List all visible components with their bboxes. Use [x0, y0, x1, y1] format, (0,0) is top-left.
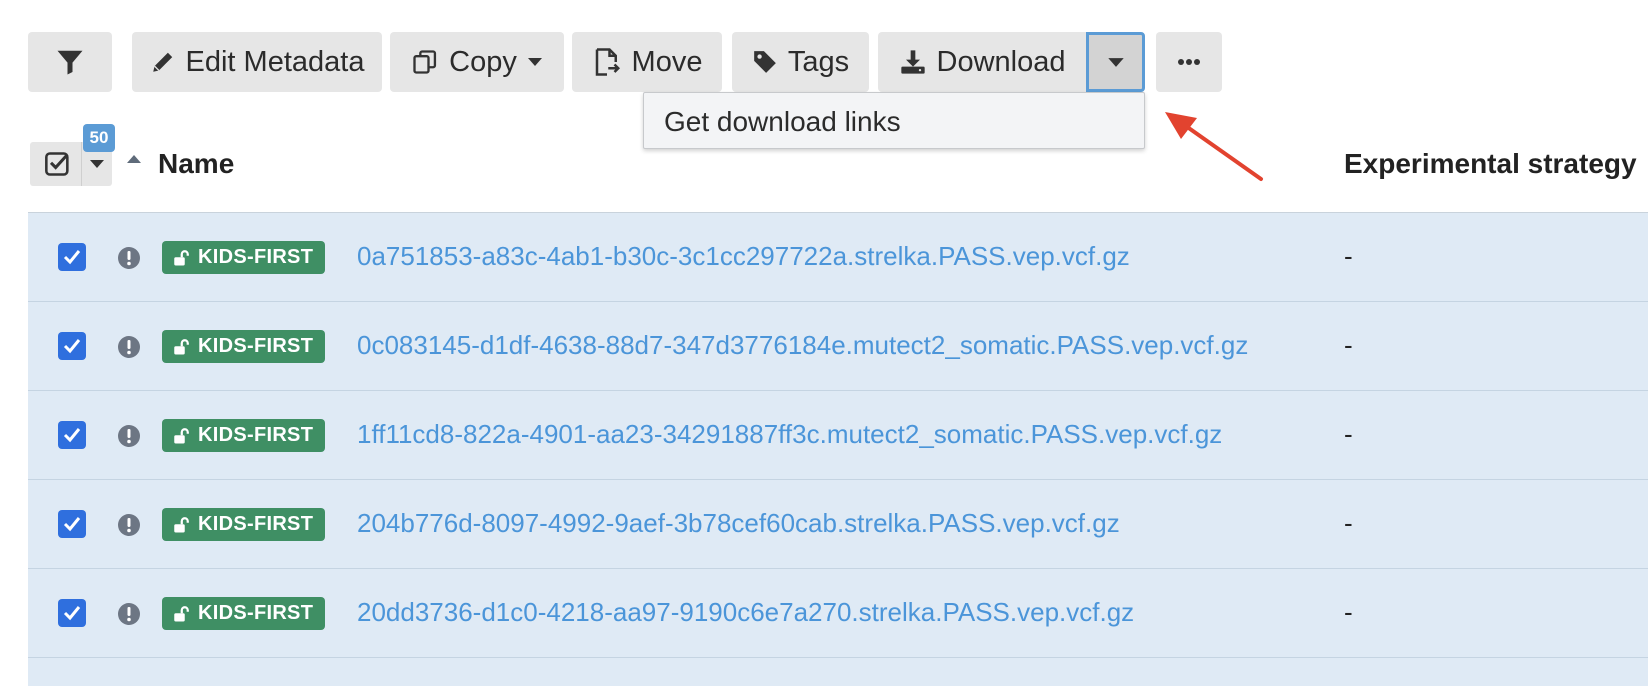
checkmark-icon — [63, 250, 81, 265]
check-square-icon — [45, 152, 69, 176]
checkmark-icon — [63, 339, 81, 354]
download-dropdown-toggle[interactable] — [1086, 32, 1145, 92]
file-name-link[interactable]: 204b776d-8097-4992-9aef-3b78cef60cab.str… — [357, 508, 1120, 539]
download-options-menu: Get download links — [643, 92, 1145, 149]
file-table-body: KIDS-FIRST 0a751853-a83c-4ab1-b30c-3c1cc… — [28, 213, 1648, 686]
table-row[interactable]: KIDS-FIRST 0a751853-a83c-4ab1-b30c-3c1cc… — [28, 213, 1648, 302]
experimental-strategy-cell: - — [1344, 597, 1353, 627]
row-checkbox[interactable] — [58, 421, 86, 449]
unlock-icon — [174, 338, 189, 354]
exclamation-circle-icon[interactable] — [117, 424, 141, 448]
more-actions-button[interactable] — [1156, 32, 1222, 92]
unlock-icon — [174, 427, 189, 443]
table-row[interactable]: KIDS-FIRST 204b776d-8097-4992-9aef-3b78c… — [28, 480, 1648, 569]
annotation-arrow-icon — [1165, 112, 1263, 181]
row-checkbox[interactable] — [58, 599, 86, 627]
chevron-down-icon — [527, 58, 542, 66]
checkmark-icon — [63, 606, 81, 621]
file-name-link[interactable]: 0a751853-a83c-4ab1-b30c-3c1cc297722a.str… — [357, 241, 1130, 272]
unlock-icon — [174, 605, 189, 621]
experimental-strategy-cell: - — [1344, 330, 1353, 360]
tags-label: Tags — [787, 45, 850, 78]
access-badge[interactable]: KIDS-FIRST — [162, 241, 326, 274]
ellipsis-icon — [1178, 59, 1200, 65]
access-badge[interactable]: KIDS-FIRST — [162, 597, 326, 630]
chevron-down-icon — [90, 160, 104, 168]
edit-metadata-label: Edit Metadata — [185, 45, 365, 78]
download-label: Download — [936, 45, 1066, 78]
access-badge-label: KIDS-FIRST — [198, 246, 314, 268]
file-name-link[interactable]: 0c083145-d1df-4638-88d7-347d3776184e.mut… — [357, 330, 1248, 361]
download-icon — [900, 50, 925, 74]
access-badge-label: KIDS-FIRST — [198, 602, 314, 624]
funnel-icon — [57, 50, 83, 75]
exclamation-circle-icon[interactable] — [117, 513, 141, 537]
access-badge[interactable]: KIDS-FIRST — [162, 419, 326, 452]
table-row[interactable]: KIDS-FIRST 0c083145-d1df-4638-88d7-347d3… — [28, 302, 1648, 391]
row-checkbox[interactable] — [58, 243, 86, 271]
selected-count-badge: 50 — [83, 124, 115, 152]
select-all-checkbox[interactable] — [38, 148, 78, 180]
exclamation-circle-icon[interactable] — [117, 335, 141, 359]
chevron-down-icon — [1107, 57, 1124, 67]
copy-icon — [413, 50, 437, 74]
toolbar: Edit Metadata Copy Move Tags Download — [0, 0, 1648, 100]
column-header-name[interactable]: Name — [158, 148, 234, 180]
move-file-icon — [595, 48, 620, 76]
file-name-link[interactable]: 20dd3736-d1c0-4218-aa97-9190c6e7a270.str… — [357, 597, 1134, 628]
tags-button[interactable]: Tags — [732, 32, 869, 92]
sort-ascending-icon[interactable] — [126, 154, 142, 164]
access-badge-label: KIDS-FIRST — [198, 335, 314, 357]
download-button[interactable]: Download — [878, 32, 1086, 92]
table-row[interactable]: KIDS-FIRST 20dd3736-d1c0-4218-aa97-9190c… — [28, 569, 1648, 658]
table-row[interactable] — [28, 658, 1648, 686]
checkmark-icon — [63, 517, 81, 532]
filter-button[interactable] — [28, 32, 112, 92]
experimental-strategy-cell: - — [1344, 419, 1353, 449]
access-badge-label: KIDS-FIRST — [198, 513, 314, 535]
move-button[interactable]: Move — [572, 32, 722, 92]
row-checkbox[interactable] — [58, 510, 86, 538]
file-name-link[interactable]: 1ff11cd8-822a-4901-aa23-34291887ff3c.mut… — [357, 419, 1222, 450]
move-label: Move — [631, 45, 703, 78]
access-badge[interactable]: KIDS-FIRST — [162, 508, 326, 541]
row-checkbox[interactable] — [58, 332, 86, 360]
exclamation-circle-icon[interactable] — [117, 246, 141, 270]
get-download-links-menu-item[interactable]: Get download links — [664, 93, 901, 150]
experimental-strategy-cell: - — [1344, 241, 1353, 271]
checkmark-icon — [63, 428, 81, 443]
copy-label: Copy — [449, 45, 517, 78]
access-badge[interactable]: KIDS-FIRST — [162, 330, 326, 363]
experimental-strategy-cell: - — [1344, 508, 1353, 538]
table-row[interactable]: KIDS-FIRST 1ff11cd8-822a-4901-aa23-34291… — [28, 391, 1648, 480]
unlock-icon — [174, 249, 189, 265]
unlock-icon — [174, 516, 189, 532]
pencil-icon — [152, 52, 172, 72]
exclamation-circle-icon[interactable] — [117, 602, 141, 626]
access-badge-label: KIDS-FIRST — [198, 424, 314, 446]
copy-button[interactable]: Copy — [390, 32, 564, 92]
column-header-experimental-strategy[interactable]: Experimental strategy — [1344, 148, 1637, 180]
tag-icon — [754, 51, 776, 73]
edit-metadata-button[interactable]: Edit Metadata — [132, 32, 382, 92]
